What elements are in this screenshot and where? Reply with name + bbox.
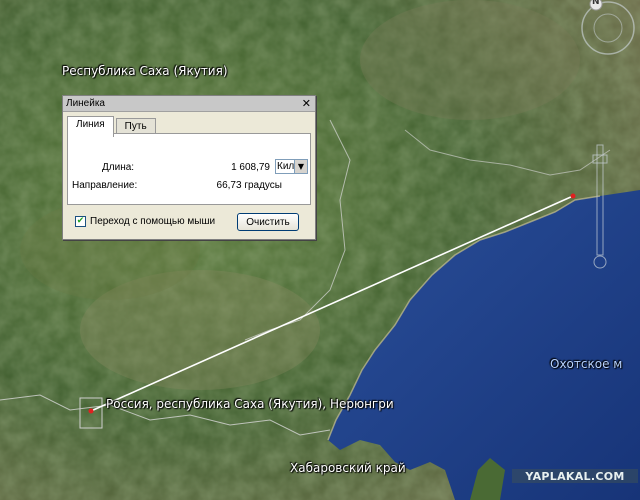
direction-label: Направление: — [72, 180, 138, 191]
region-label-khabarovsk: Хабаровский край — [290, 461, 406, 475]
direction-value: 66,73 градусы — [216, 180, 282, 191]
end-point-marker[interactable] — [570, 193, 576, 199]
zoom-slider[interactable] — [590, 140, 610, 270]
ruler-tabs: Линия Путь — [67, 116, 158, 137]
length-value: 1 608,79 — [231, 162, 270, 173]
ruler-panel: Длина: 1 608,79 Километры ▼ Направление:… — [67, 133, 311, 205]
place-label-neryungri: Россия, республика Саха (Якутия), Нерюнг… — [106, 397, 394, 411]
mouse-navigation-label: Переход с помощью мыши — [90, 216, 216, 227]
clear-button[interactable]: Очистить — [237, 213, 299, 231]
close-icon[interactable]: ✕ — [302, 98, 311, 109]
start-point-marker[interactable] — [88, 408, 94, 414]
ruler-title: Линейка — [66, 98, 105, 109]
watermark: YAPLAKAL.COM — [512, 469, 638, 483]
length-label: Длина: — [102, 162, 135, 173]
map-view[interactable]: Республика Саха (Якутия) Россия, республ… — [0, 0, 640, 500]
chevron-down-icon[interactable]: ▼ — [294, 159, 308, 174]
tab-line[interactable]: Линия — [67, 116, 114, 137]
north-indicator-icon[interactable]: N — [592, 0, 600, 7]
region-label-yakutia: Республика Саха (Якутия) — [62, 64, 228, 78]
ruler-titlebar[interactable]: Линейка ✕ — [63, 96, 315, 112]
navigation-compass[interactable]: N — [576, 0, 640, 60]
ruler-dialog: Линейка ✕ Линия Путь Длина: 1 608,79 Кил… — [62, 95, 316, 240]
sea-label-okhotsk: Охотское м — [550, 357, 623, 371]
mouse-navigation-checkbox[interactable]: ✔ — [75, 216, 86, 227]
